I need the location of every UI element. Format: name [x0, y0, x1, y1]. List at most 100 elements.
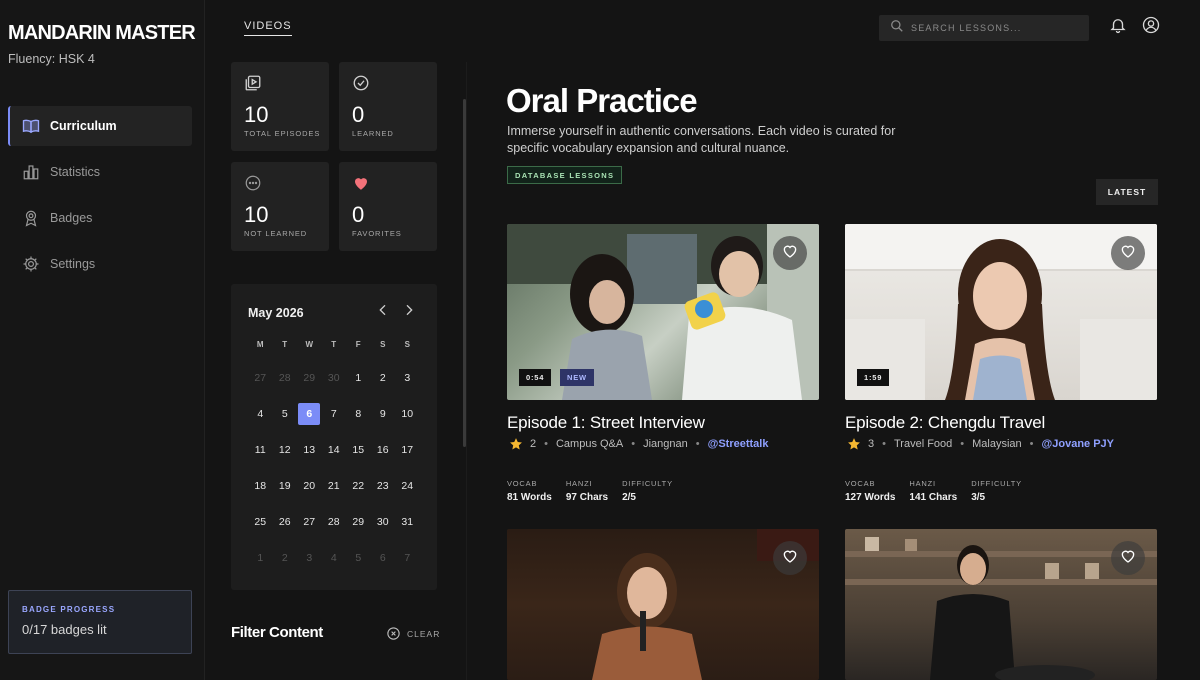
bell-icon[interactable] — [1109, 16, 1127, 34]
video-thumbnail[interactable] — [845, 529, 1157, 680]
favorite-button[interactable] — [773, 541, 807, 575]
calendar-day[interactable]: 7 — [322, 396, 347, 432]
bar-chart-icon — [22, 163, 40, 181]
stat-difficulty: DIFFICULTY 2/5 — [622, 479, 673, 503]
chevron-right-icon[interactable] — [401, 302, 417, 318]
video-thumbnail[interactable]: 1:59 — [845, 224, 1157, 400]
stat-key: HANZI — [565, 479, 593, 488]
calendar-day[interactable]: 12 — [273, 432, 298, 468]
episode-category: Campus Q&A — [555, 438, 624, 450]
stat-difficulty: DIFFICULTY 3/5 — [971, 479, 1022, 503]
weekday-header: W — [305, 340, 314, 349]
channel-handle-link[interactable]: @Streettalk — [708, 438, 769, 450]
sidebar-item-curriculum[interactable]: Curriculum — [8, 106, 192, 146]
calendar-day[interactable]: 9 — [371, 396, 396, 432]
calendar-day[interactable]: 5 — [273, 396, 298, 432]
calendar-day[interactable]: 15 — [346, 432, 371, 468]
calendar-day[interactable]: 1 — [248, 540, 273, 576]
calendar-day[interactable]: 26 — [273, 504, 298, 540]
calendar-day[interactable]: 16 — [371, 432, 396, 468]
calendar-day[interactable]: 5 — [346, 540, 371, 576]
video-thumbnail[interactable] — [507, 529, 819, 680]
calendar-day[interactable]: 8 — [346, 396, 371, 432]
calendar-day[interactable]: 27 — [297, 504, 322, 540]
stat-key: VOCAB — [507, 479, 538, 488]
play-square-icon — [244, 74, 262, 92]
calendar-day[interactable]: 6 — [371, 540, 396, 576]
calendar-day[interactable]: 24 — [395, 468, 420, 504]
sort-latest-button[interactable]: LATEST — [1096, 179, 1158, 205]
calendar-day[interactable]: 7 — [395, 540, 420, 576]
favorite-button[interactable] — [773, 236, 807, 270]
calendar-day[interactable]: 30 — [371, 504, 396, 540]
episode-stats: VOCAB 127 Words HANZI 141 Chars DIFFICUL… — [845, 479, 1036, 503]
episode-title[interactable]: Episode 1: Street Interview — [507, 413, 705, 433]
clear-filter-button[interactable]: CLEAR — [386, 626, 440, 641]
badge-progress-value: 0/17 badges lit — [22, 622, 107, 637]
calendar-day[interactable]: 27 — [248, 360, 273, 396]
channel-handle-link[interactable]: @Jovane PJY — [1042, 438, 1114, 450]
calendar-day[interactable]: 3 — [297, 540, 322, 576]
episode-stats: VOCAB 81 Words HANZI 97 Chars DIFFICULTY… — [507, 479, 687, 503]
calendar-day[interactable]: 14 — [322, 432, 347, 468]
weekday-header: F — [355, 340, 361, 349]
calendar-day[interactable]: 28 — [322, 504, 347, 540]
new-badge: NEW — [560, 369, 594, 386]
calendar-day[interactable]: 2 — [371, 360, 396, 396]
separator-dot: • — [1029, 438, 1034, 450]
close-circle-icon — [386, 626, 401, 641]
talk-illustration — [592, 529, 819, 680]
episode-title[interactable]: Episode 2: Chengdu Travel — [845, 413, 1045, 433]
calendar-day[interactable]: 28 — [273, 360, 298, 396]
calendar-day[interactable]: 22 — [346, 468, 371, 504]
calendar-day[interactable]: 3 — [395, 360, 420, 396]
stat-hanzi: HANZI 97 Chars — [566, 479, 608, 503]
filter-content-title: Filter Content — [231, 624, 323, 641]
calendar-day[interactable]: 31 — [395, 504, 420, 540]
sidebar-item-settings[interactable]: Settings — [8, 244, 192, 284]
user-circle-icon[interactable] — [1142, 16, 1160, 34]
heart-outline-icon — [1119, 547, 1137, 570]
weekday-header: S — [404, 340, 410, 349]
calendar-day[interactable]: 13 — [297, 432, 322, 468]
calendar-day[interactable]: 25 — [248, 504, 273, 540]
page-description: Immerse yourself in authentic conversati… — [507, 124, 896, 155]
clear-label: CLEAR — [407, 628, 441, 639]
calendar-day[interactable]: 29 — [297, 360, 322, 396]
calendar-day[interactable]: 2 — [273, 540, 298, 576]
calendar-day[interactable]: 23 — [371, 468, 396, 504]
calendar-day[interactable]: 21 — [322, 468, 347, 504]
calendar-day[interactable]: 4 — [322, 540, 347, 576]
chevron-left-icon[interactable] — [375, 302, 391, 318]
calendar-day[interactable]: 1 — [346, 360, 371, 396]
favorite-button[interactable] — [1111, 236, 1145, 270]
calendar-day[interactable]: 17 — [395, 432, 420, 468]
cooking-illustration — [845, 537, 1157, 680]
stat-val: 3/5 — [971, 492, 986, 503]
sidebar-item-statistics[interactable]: Statistics — [8, 152, 192, 192]
separator-dot: • — [544, 438, 548, 450]
stat-hanzi: HANZI 141 Chars — [909, 479, 957, 503]
calendar: May 2026 M T W T F S S 27 28 29 30 1 2 3 4 5 6 7 8 9 10 11 12 1… — [231, 284, 437, 590]
calendar-day[interactable]: 18 — [248, 468, 273, 504]
calendar-day[interactable]: 30 — [322, 360, 347, 396]
calendar-day[interactable]: 20 — [297, 468, 322, 504]
calendar-day[interactable]: 4 — [248, 396, 273, 432]
video-thumbnail[interactable]: 0:54 NEW — [507, 224, 819, 400]
sidebar-item-label: Settings — [50, 257, 96, 271]
favorite-button[interactable] — [1111, 541, 1145, 575]
stat-learned: 0 LEARNED — [339, 62, 437, 151]
calendar-day[interactable]: 11 — [248, 432, 273, 468]
ellipsis-circle-icon — [244, 174, 262, 192]
calendar-day[interactable]: 29 — [346, 504, 371, 540]
stat-val: 2/5 — [622, 492, 636, 503]
star-icon — [509, 437, 523, 451]
calendar-month-title: May 2026 — [248, 306, 304, 320]
tab-videos[interactable]: VIDEOS — [244, 20, 292, 36]
sidebar-item-badges[interactable]: Badges — [8, 198, 192, 238]
calendar-day[interactable]: 10 — [395, 396, 420, 432]
gear-icon — [22, 255, 40, 273]
search-input[interactable] — [911, 23, 1081, 33]
calendar-day-selected[interactable]: 6 — [297, 396, 322, 432]
calendar-day[interactable]: 19 — [273, 468, 298, 504]
